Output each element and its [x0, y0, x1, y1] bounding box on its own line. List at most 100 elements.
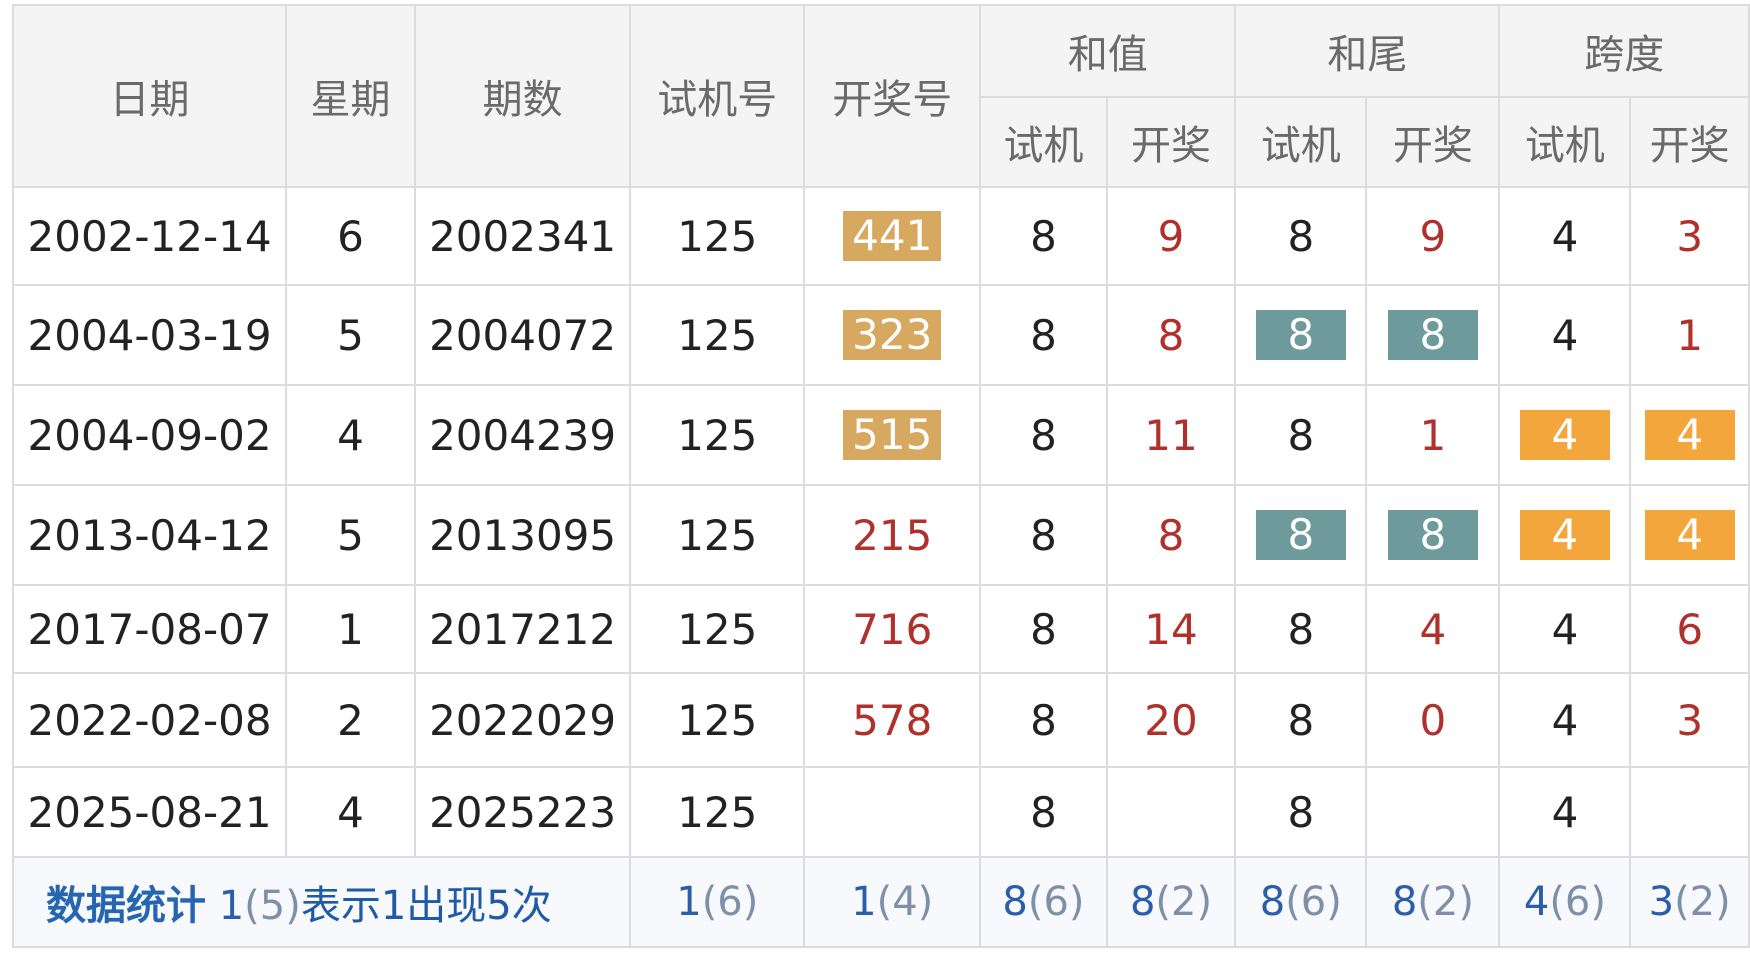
cell-span-trial: 4 — [1498, 384, 1632, 486]
header-weekday: 星期 — [285, 4, 416, 188]
cell-tail-trial: 8 — [1234, 186, 1368, 286]
cell-weekday: 4 — [285, 384, 416, 486]
cell-trial: 125 — [629, 284, 806, 386]
stat-value: 1 — [851, 879, 877, 925]
cell-draw: 441 — [803, 186, 982, 286]
stat-draw: 1(4) — [803, 856, 982, 948]
stat-count: (2) — [1674, 879, 1731, 925]
cell-draw: 323 — [803, 284, 982, 386]
cell-trial: 125 — [629, 672, 806, 768]
stat-value: 8 — [1129, 879, 1156, 925]
table-row: 2004-03-19 5 2004072 125 323 8 8 8 8 4 1 — [11, 284, 1750, 386]
cell-issue: 2017212 — [413, 584, 632, 674]
cell-span-trial: 4 — [1498, 766, 1632, 858]
stats-example-number: 1 — [218, 883, 245, 929]
cell-sum-draw: 20 — [1105, 672, 1237, 768]
header-trial-number: 试机号 — [629, 4, 806, 188]
cell-tail-draw: 4 — [1365, 584, 1501, 674]
subheader-sum-draw: 开奖 — [1105, 96, 1237, 188]
cell-tail-trial: 8 — [1234, 766, 1368, 858]
stat-span-trial: 4(6) — [1498, 856, 1632, 948]
cell-date: 2013-04-12 — [11, 484, 288, 586]
cell-sum-trial: 8 — [979, 186, 1108, 286]
cell-weekday: 5 — [285, 284, 416, 386]
stat-tail-draw: 8(2) — [1365, 856, 1501, 948]
header-date: 日期 — [11, 4, 288, 188]
cell-sum-draw — [1105, 766, 1237, 858]
draw-highlight-badge: 515 — [843, 410, 942, 460]
cell-weekday: 2 — [285, 672, 416, 768]
cell-span-draw: 3 — [1629, 672, 1750, 768]
cell-span-trial: 4 — [1498, 672, 1632, 768]
stats-row: 数据统计 1(5)表示1出现5次 1(6) 1(4) 8(6) 8(2) 8(6… — [11, 856, 1750, 948]
cell-sum-trial: 8 — [979, 484, 1108, 586]
cell-trial: 125 — [629, 584, 806, 674]
stat-count: (4) — [876, 879, 934, 925]
stat-count: (2) — [1155, 879, 1213, 925]
cell-span-trial: 4 — [1498, 584, 1632, 674]
tail-match-badge: 8 — [1255, 310, 1346, 360]
stat-count: (6) — [701, 879, 759, 925]
table-row: 2022-02-08 2 2022029 125 578 8 20 8 0 4 … — [11, 672, 1750, 768]
stat-trial: 1(6) — [629, 856, 806, 948]
cell-tail-draw: 8 — [1365, 484, 1501, 586]
header-sum: 和值 — [979, 4, 1237, 98]
cell-tail-trial: 8 — [1234, 484, 1368, 586]
draw-highlight-badge: 323 — [843, 310, 942, 360]
draw-highlight-badge: 441 — [843, 211, 942, 261]
cell-tail-draw: 9 — [1365, 186, 1501, 286]
cell-tail-trial: 8 — [1234, 284, 1368, 386]
cell-weekday: 5 — [285, 484, 416, 586]
cell-span-draw: 3 — [1629, 186, 1750, 286]
cell-date: 2004-09-02 — [11, 384, 288, 486]
lottery-history-table: 日期 星期 期数 试机号 开奖号 和值 和尾 跨度 试机 开奖 试机 开奖 试机… — [11, 4, 1750, 948]
cell-sum-trial: 8 — [979, 384, 1108, 486]
table-row: 2017-08-07 1 2017212 125 716 8 14 8 4 4 … — [11, 584, 1750, 674]
span-match-badge: 4 — [1644, 510, 1735, 560]
table-row: 2002-12-14 6 2002341 125 441 8 9 8 9 4 3 — [11, 186, 1750, 286]
table-row: 2013-04-12 5 2013095 125 215 8 8 8 8 4 4 — [11, 484, 1750, 586]
span-match-badge: 4 — [1519, 510, 1610, 560]
cell-trial: 125 — [629, 766, 806, 858]
cell-weekday: 1 — [285, 584, 416, 674]
subheader-sum-trial: 试机 — [979, 96, 1108, 188]
stat-count: (6) — [1027, 879, 1085, 925]
cell-issue: 2002341 — [413, 186, 632, 286]
stat-count: (6) — [1549, 879, 1606, 925]
stat-value: 8 — [1391, 879, 1418, 925]
stat-count: (6) — [1285, 879, 1342, 925]
tail-match-badge: 8 — [1255, 510, 1346, 560]
cell-issue: 2022029 — [413, 672, 632, 768]
cell-sum-trial: 8 — [979, 672, 1108, 768]
subheader-span-draw: 开奖 — [1629, 96, 1750, 188]
stats-example-count: (5) — [244, 883, 301, 929]
header-draw-number: 开奖号 — [803, 4, 982, 188]
cell-issue: 2025223 — [413, 766, 632, 858]
subheader-tail-trial: 试机 — [1234, 96, 1368, 188]
stat-sum-trial: 8(6) — [979, 856, 1108, 948]
cell-trial: 125 — [629, 384, 806, 486]
cell-tail-draw — [1365, 766, 1501, 858]
stats-label: 数据统计 1(5)表示1出现5次 — [11, 856, 632, 948]
cell-date: 2022-02-08 — [11, 672, 288, 768]
cell-issue: 2004239 — [413, 384, 632, 486]
tail-match-badge: 8 — [1387, 510, 1478, 560]
subheader-span-trial: 试机 — [1498, 96, 1632, 188]
subheader-tail-draw: 开奖 — [1365, 96, 1501, 188]
cell-sum-draw: 14 — [1105, 584, 1237, 674]
header-span: 跨度 — [1498, 4, 1750, 98]
stat-value: 4 — [1523, 879, 1550, 925]
cell-draw — [803, 766, 982, 858]
cell-draw: 578 — [803, 672, 982, 768]
cell-span-draw: 6 — [1629, 584, 1750, 674]
cell-sum-draw: 11 — [1105, 384, 1237, 486]
cell-span-trial: 4 — [1498, 186, 1632, 286]
cell-tail-draw: 8 — [1365, 284, 1501, 386]
span-match-badge: 4 — [1644, 410, 1735, 460]
cell-sum-draw: 8 — [1105, 484, 1237, 586]
stat-tail-trial: 8(6) — [1234, 856, 1368, 948]
cell-span-draw — [1629, 766, 1750, 858]
stat-sum-draw: 8(2) — [1105, 856, 1237, 948]
cell-issue: 2004072 — [413, 284, 632, 386]
cell-date: 2017-08-07 — [11, 584, 288, 674]
